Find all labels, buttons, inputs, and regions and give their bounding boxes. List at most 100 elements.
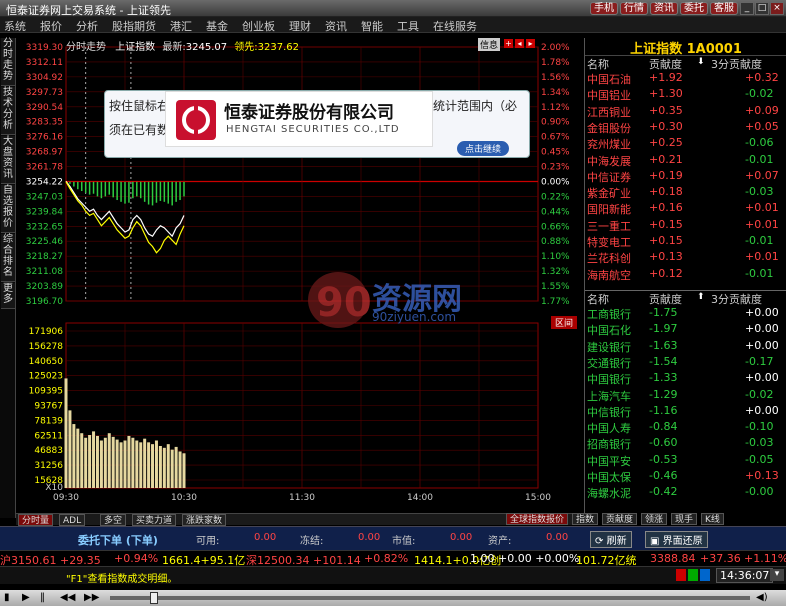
hdr-contrib[interactable]: 贡献度 [649, 56, 682, 72]
restore-button[interactable]: ▣ 界面还原 [645, 531, 708, 548]
alert-icon[interactable] [676, 569, 686, 581]
mobile-button[interactable]: 手机 [590, 2, 618, 15]
trade-button[interactable]: 委托 [680, 2, 708, 15]
progress-thumb[interactable] [150, 592, 158, 604]
quotes-button[interactable]: 行情 [620, 2, 648, 15]
close-icon[interactable]: × [770, 2, 784, 15]
pause-icon[interactable]: ‖ [40, 592, 45, 603]
minimize-icon[interactable]: _ [740, 2, 754, 15]
left-tab-5[interactable]: 更多 [1, 283, 15, 309]
indicator-tab-4[interactable]: 涨跌家数 [182, 514, 227, 526]
forward-icon[interactable]: ▶▶ [84, 592, 99, 603]
rewind-icon[interactable]: ◀◀ [60, 592, 75, 603]
contrib-row[interactable]: 中海发展 +0.21 -0.01 [585, 153, 786, 169]
menu-item-10[interactable]: 工具 [397, 18, 419, 34]
menu-item-1[interactable]: 报价 [40, 18, 62, 34]
contrib-row[interactable]: 建设银行 -1.63 +0.00 [585, 339, 786, 355]
contrib-row[interactable]: 江西铜业 +0.35 +0.09 [585, 104, 786, 120]
stock-name: 中国银行 [587, 373, 631, 387]
menu-item-8[interactable]: 资讯 [325, 18, 347, 34]
contrib-value: -1.16 [649, 403, 678, 417]
pct-tick-label: 0.44% [541, 207, 570, 217]
contrib-value: +0.15 [649, 217, 683, 231]
order-bar: 委托下单 (下单) 可用: 0.00 冻结: 0.00 市值: 0.00 资产: 0.00 ⟳… [0, 526, 786, 550]
sort-up-icon[interactable]: ⬆ [697, 292, 705, 302]
contrib-value: +0.15 [649, 234, 683, 247]
right-tab-3[interactable]: 领涨 [641, 513, 668, 525]
contrib-row[interactable]: 三一重工 +0.15 +0.01 [585, 218, 786, 234]
news-button[interactable]: 资讯 [650, 2, 678, 15]
menu-item-0[interactable]: 系统 [4, 18, 26, 34]
left-tab-4[interactable]: 综合排名 [1, 234, 15, 282]
contrib-row[interactable]: 中国太保 -0.46 +0.13 [585, 469, 786, 485]
next-icon[interactable]: ▸ [526, 39, 535, 48]
contrib-row[interactable]: 交通银行 -1.54 -0.17 [585, 355, 786, 371]
ad-popup[interactable]: 按住鼠标右 须在已有数 统计范围内（必 恒泰证券股份有限公司 HENGTAI S… [104, 90, 530, 158]
indicator-tab-3[interactable]: 买卖力道 [132, 514, 177, 526]
right-tab-2[interactable]: 贡献度 [602, 513, 638, 525]
contrib-row[interactable]: 中国铝业 +1.30 -0.02 [585, 87, 786, 103]
contrib-row[interactable]: 中国平安 -0.53 -0.05 [585, 453, 786, 469]
indicator-tab-2[interactable]: 多空 [100, 514, 127, 526]
contrib3-value: -0.00 [745, 485, 774, 499]
contrib-row[interactable]: 金钼股份 +0.30 +0.05 [585, 120, 786, 136]
contrib-row[interactable]: 中国人寿 -0.84 -0.10 [585, 420, 786, 436]
stop-icon[interactable]: ▮ [4, 592, 10, 603]
left-tab-0[interactable]: 分时走势 [1, 38, 15, 86]
menu-item-11[interactable]: 在线服务 [433, 18, 477, 34]
order-field-value: 0.00 [254, 532, 277, 543]
hdr-contrib-2[interactable]: 贡献度 [649, 291, 682, 307]
left-tab-2[interactable]: 大盘资讯 [1, 136, 15, 184]
service-button[interactable]: 客服 [710, 2, 738, 15]
range-button[interactable]: 区间 [551, 316, 578, 329]
prev-icon[interactable]: ◂ [515, 39, 524, 48]
menu-item-2[interactable]: 分析 [76, 18, 98, 34]
price-tick-label: 3283.35 [26, 118, 63, 128]
progress-track[interactable] [110, 596, 750, 600]
contrib-row[interactable]: 招商银行 -0.60 -0.03 [585, 436, 786, 452]
contrib-row[interactable]: 中国银行 -1.33 +0.00 [585, 371, 786, 387]
add-icon[interactable]: + [504, 39, 513, 48]
left-tab-3[interactable]: 自选报价 [1, 185, 15, 233]
contrib-row[interactable]: 工商银行 -1.75 +0.00 [585, 306, 786, 322]
contrib-row[interactable]: 海南航空 +0.12 -0.01 [585, 267, 786, 283]
continue-button[interactable]: 点击继续 [457, 141, 510, 156]
watermark: 90 资源网 90ziyuen.com [306, 270, 496, 330]
contrib-row[interactable]: 特变电工 +0.15 -0.01 [585, 234, 786, 250]
play-icon[interactable]: ▶ [22, 592, 30, 603]
contrib-row[interactable]: 紫金矿业 +0.18 -0.03 [585, 185, 786, 201]
contrib-row[interactable]: 中信银行 -1.16 +0.00 [585, 404, 786, 420]
sort-down-icon[interactable]: ⬇ [697, 57, 705, 67]
menu-item-9[interactable]: 智能 [361, 18, 383, 34]
menu-item-5[interactable]: 基金 [206, 18, 228, 34]
hdr-contrib3[interactable]: 3分贡献度 [711, 56, 762, 72]
contrib-row[interactable]: 中国石化 -1.97 +0.00 [585, 322, 786, 338]
hdr-contrib3-2[interactable]: 3分贡献度 [711, 291, 762, 307]
info-button[interactable]: 信息 [478, 38, 501, 51]
status-menu-icon[interactable]: ▾ [770, 569, 784, 581]
contrib-row[interactable]: 中国石油 +1.92 +0.32 [585, 71, 786, 87]
brand-name-cn: 恒泰证券股份有限公司 [224, 103, 394, 123]
left-tab-1[interactable]: 技术分析 [1, 87, 15, 135]
right-tab-5[interactable]: K线 [701, 513, 724, 525]
contrib-row[interactable]: 中信证券 +0.19 +0.07 [585, 169, 786, 185]
menu-item-6[interactable]: 创业板 [242, 18, 275, 34]
right-tab-4[interactable]: 现手 [671, 513, 698, 525]
menu-item-4[interactable]: 港汇 [170, 18, 192, 34]
menu-item-3[interactable]: 股指期货 [112, 18, 156, 34]
refresh-button[interactable]: ⟳ 刷新 [590, 531, 632, 548]
right-tab-0[interactable]: 全球指数报价 [506, 513, 569, 525]
indicator-tab-1[interactable]: ADL [59, 514, 86, 526]
contrib-row[interactable]: 兰花科创 +0.13 +0.01 [585, 250, 786, 266]
indicator-tab-0[interactable]: 分时量 [18, 514, 54, 526]
maximize-icon[interactable]: □ [755, 2, 769, 15]
mail-icon[interactable] [700, 569, 710, 581]
order-title[interactable]: 委托下单 (下单) [78, 532, 158, 548]
right-tab-1[interactable]: 指数 [572, 513, 599, 525]
contrib-row[interactable]: 上海汽车 -1.29 -0.02 [585, 388, 786, 404]
contrib-row[interactable]: 国阳新能 +0.16 +0.01 [585, 201, 786, 217]
volume-icon[interactable]: ◀) [756, 592, 768, 603]
contrib-row[interactable]: 兖州煤业 +0.25 -0.06 [585, 136, 786, 152]
menu-item-7[interactable]: 理财 [289, 18, 311, 34]
contrib-row[interactable]: 海螺水泥 -0.42 -0.00 [585, 485, 786, 501]
